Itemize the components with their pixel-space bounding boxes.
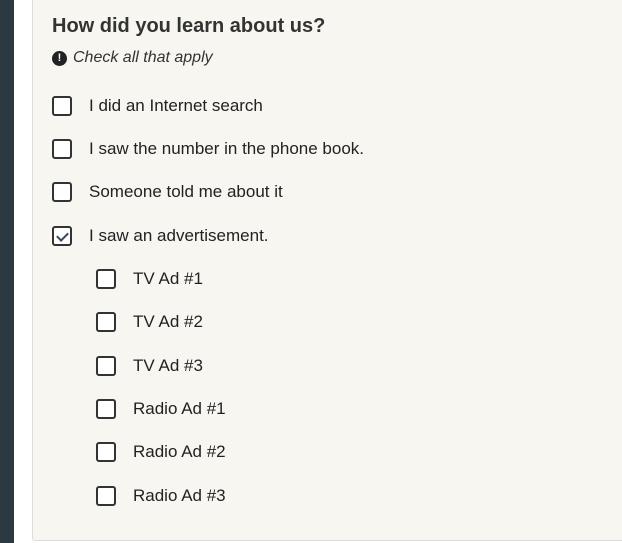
hint: ! Check all that apply	[52, 49, 213, 67]
sub-option-label: Radio Ad #1	[133, 399, 226, 418]
sub-option-radio-ad-1[interactable]: Radio Ad #1	[96, 399, 226, 419]
option-checkbox[interactable]	[52, 139, 72, 159]
left-sidebar-strip	[0, 0, 14, 543]
sub-option-radio-ad-2[interactable]: Radio Ad #2	[96, 442, 226, 462]
exclamation-circle-icon: !	[52, 50, 67, 66]
sub-option-checkbox[interactable]	[96, 312, 116, 332]
sub-option-checkbox[interactable]	[96, 399, 116, 419]
sub-option-tv-ad-1[interactable]: TV Ad #1	[96, 269, 203, 289]
option-checkbox[interactable]	[52, 96, 72, 116]
sub-option-label: Radio Ad #2	[133, 442, 226, 461]
sub-option-checkbox[interactable]	[96, 356, 116, 376]
sub-option-label: TV Ad #3	[133, 356, 203, 375]
sub-option-label: TV Ad #2	[133, 312, 203, 331]
sub-option-label: Radio Ad #3	[133, 486, 226, 505]
option-label: I saw an advertisement.	[89, 226, 269, 245]
sub-option-tv-ad-2[interactable]: TV Ad #2	[96, 312, 203, 332]
option-phone-book[interactable]: I saw the number in the phone book.	[52, 139, 364, 159]
hint-text: Check all that apply	[73, 49, 213, 66]
option-label: I saw the number in the phone book.	[89, 139, 365, 158]
sub-option-label: TV Ad #1	[133, 269, 203, 288]
question-title: How did you learn about us?	[52, 15, 326, 37]
option-checkbox[interactable]	[52, 226, 72, 246]
sub-option-checkbox[interactable]	[96, 486, 116, 506]
sub-option-checkbox[interactable]	[96, 442, 116, 462]
sub-option-tv-ad-3[interactable]: TV Ad #3	[96, 356, 203, 376]
option-internet-search[interactable]: I did an Internet search	[52, 96, 263, 116]
option-someone-told[interactable]: Someone told me about it	[52, 182, 283, 202]
sub-option-checkbox[interactable]	[96, 269, 116, 289]
option-label: I did an Internet search	[89, 96, 263, 115]
option-label: Someone told me about it	[89, 182, 283, 201]
sub-option-radio-ad-3[interactable]: Radio Ad #3	[96, 486, 226, 506]
option-advertisement[interactable]: I saw an advertisement.	[52, 226, 269, 246]
option-checkbox[interactable]	[52, 182, 72, 202]
